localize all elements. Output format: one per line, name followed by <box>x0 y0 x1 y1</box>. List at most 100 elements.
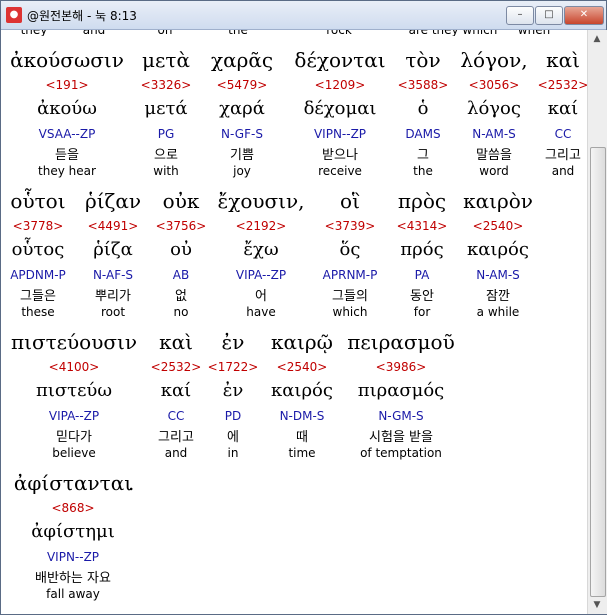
strong-number[interactable]: <3778> <box>13 219 64 233</box>
english-gloss: of temptation <box>360 446 442 460</box>
strong-number[interactable]: <2532> <box>538 78 587 92</box>
greek-word[interactable]: ἐν <box>222 330 245 354</box>
cutoff-text: when <box>518 30 550 36</box>
korean-gloss: 시험을 받을 <box>369 430 433 445</box>
parsing-code[interactable]: APRNM-P <box>323 268 378 282</box>
greek-word[interactable]: οἳ <box>340 189 360 213</box>
parsing-code[interactable]: CC <box>555 127 572 141</box>
english-gloss: word <box>479 164 509 178</box>
scrollbar-thumb[interactable] <box>590 147 606 597</box>
cutoff-text: the <box>228 30 248 36</box>
korean-gloss: 에 <box>227 430 239 445</box>
greek-word[interactable]: καὶ <box>546 48 580 72</box>
parsing-code[interactable]: VIPA--ZP <box>49 409 99 423</box>
english-gloss: they hear <box>38 164 96 178</box>
greek-word[interactable]: πειρασμοῦ <box>347 330 454 354</box>
app-window: ● @원전본해 - 눅 8:13 – □ ✕ they and on the r… <box>0 0 607 615</box>
english-gloss: with <box>153 164 179 178</box>
strong-number[interactable]: <191> <box>45 78 88 92</box>
lemma: λόγος <box>467 98 521 119</box>
strong-number[interactable]: <2192> <box>236 219 287 233</box>
strong-number[interactable]: <4491> <box>88 219 139 233</box>
parsing-code[interactable]: N-GM-S <box>378 409 423 423</box>
parsing-code[interactable]: PA <box>415 268 430 282</box>
parsing-code[interactable]: N-DM-S <box>280 409 325 423</box>
parsing-code[interactable]: AB <box>173 268 189 282</box>
korean-gloss: 듣을 <box>55 148 79 163</box>
parsing-code[interactable]: PG <box>158 127 175 141</box>
greek-word[interactable]: οὐκ <box>163 189 200 213</box>
vertical-scrollbar[interactable]: ▲ ▼ <box>587 30 607 614</box>
greek-word[interactable]: λόγον, <box>460 48 527 72</box>
parsing-code[interactable]: APDNM-P <box>10 268 66 282</box>
parsing-code[interactable]: VIPN--ZP <box>47 550 99 564</box>
strong-number[interactable]: <1722> <box>208 360 259 374</box>
strong-number[interactable]: <3588> <box>398 78 449 92</box>
greek-word[interactable]: πρὸς <box>398 189 446 213</box>
lemma: ἀφίστημι <box>31 521 115 542</box>
cutoff-text: rock <box>326 30 352 36</box>
greek-word[interactable]: καιρῷ <box>271 330 333 354</box>
parsing-code[interactable]: CC <box>168 409 185 423</box>
greek-word[interactable]: οὗτοι <box>10 189 65 213</box>
scroll-up-arrow-icon[interactable]: ▲ <box>589 31 605 47</box>
korean-gloss: 배반하는 자요 <box>35 571 111 586</box>
parsing-code[interactable]: N-GF-S <box>221 127 263 141</box>
korean-gloss: 없 <box>175 289 187 304</box>
strong-number[interactable]: <2540> <box>277 360 328 374</box>
greek-word[interactable]: μετὰ <box>142 48 190 72</box>
period-mark: . <box>128 471 135 495</box>
strong-number[interactable]: <2532> <box>151 360 202 374</box>
strong-number[interactable]: <3326> <box>141 78 192 92</box>
strong-number[interactable]: <3056> <box>469 78 520 92</box>
korean-gloss: 받으나 <box>322 148 358 163</box>
minimize-button[interactable]: – <box>506 6 534 25</box>
strong-number[interactable]: <1209> <box>315 78 366 92</box>
strong-number[interactable]: <3986> <box>376 360 427 374</box>
greek-word[interactable]: ῥίζαν <box>85 189 141 213</box>
strong-number[interactable]: <4314> <box>397 219 448 233</box>
greek-word[interactable]: ἀφίστανται <box>14 471 132 495</box>
parsing-code[interactable]: PD <box>225 409 241 423</box>
strong-number[interactable]: <3739> <box>325 219 376 233</box>
parsing-code[interactable]: N-AM-S <box>476 268 520 282</box>
cutoff-text: they <box>21 30 48 36</box>
english-gloss: and <box>164 446 188 460</box>
lemma: ἐν <box>222 380 244 401</box>
lemma: δέχομαι <box>303 98 377 119</box>
korean-gloss: 때 <box>296 430 308 445</box>
english-gloss: no <box>173 305 189 319</box>
maximize-button[interactable]: □ <box>535 6 563 25</box>
greek-word[interactable]: καιρὸν <box>463 189 533 213</box>
parsing-code[interactable]: DAMS <box>405 127 440 141</box>
parsing-code[interactable]: VSAA--ZP <box>39 127 96 141</box>
english-gloss: in <box>227 446 239 460</box>
lemma: καί <box>547 98 579 119</box>
greek-word[interactable]: καὶ <box>159 330 193 354</box>
parsing-code[interactable]: VIPA--ZP <box>236 268 286 282</box>
scroll-down-arrow-icon[interactable]: ▼ <box>589 597 605 613</box>
korean-gloss: 기쁨 <box>230 148 254 163</box>
app-icon[interactable]: ● <box>6 7 22 23</box>
strong-number[interactable]: <2540> <box>473 219 524 233</box>
strong-number[interactable]: <5479> <box>217 78 268 92</box>
strong-number[interactable]: <3756> <box>156 219 207 233</box>
title-bar[interactable]: ● @원전본해 - 눅 8:13 – □ ✕ <box>1 1 606 30</box>
interlinear-text-area[interactable]: they and on the rock are they which when… <box>1 30 587 614</box>
strong-number[interactable]: <868> <box>51 501 94 515</box>
close-button[interactable]: ✕ <box>564 6 604 25</box>
english-gloss: these <box>21 305 55 319</box>
greek-word[interactable]: χαρᾶς <box>211 48 273 72</box>
lemma: καιρός <box>467 239 529 260</box>
parsing-code[interactable]: N-AM-S <box>472 127 516 141</box>
parsing-code[interactable]: N-AF-S <box>93 268 133 282</box>
greek-word[interactable]: τὸν <box>405 48 440 72</box>
lemma: ὅς <box>339 239 361 260</box>
greek-word[interactable]: πιστεύουσιν <box>11 330 137 354</box>
strong-number[interactable]: <4100> <box>49 360 100 374</box>
greek-word[interactable]: δέχονται <box>294 48 385 72</box>
greek-word[interactable]: ἔχουσιν, <box>217 189 304 213</box>
parsing-code[interactable]: VIPN--ZP <box>314 127 366 141</box>
greek-word[interactable]: ἀκούσωσιν <box>10 48 124 72</box>
english-gloss: time <box>288 446 316 460</box>
